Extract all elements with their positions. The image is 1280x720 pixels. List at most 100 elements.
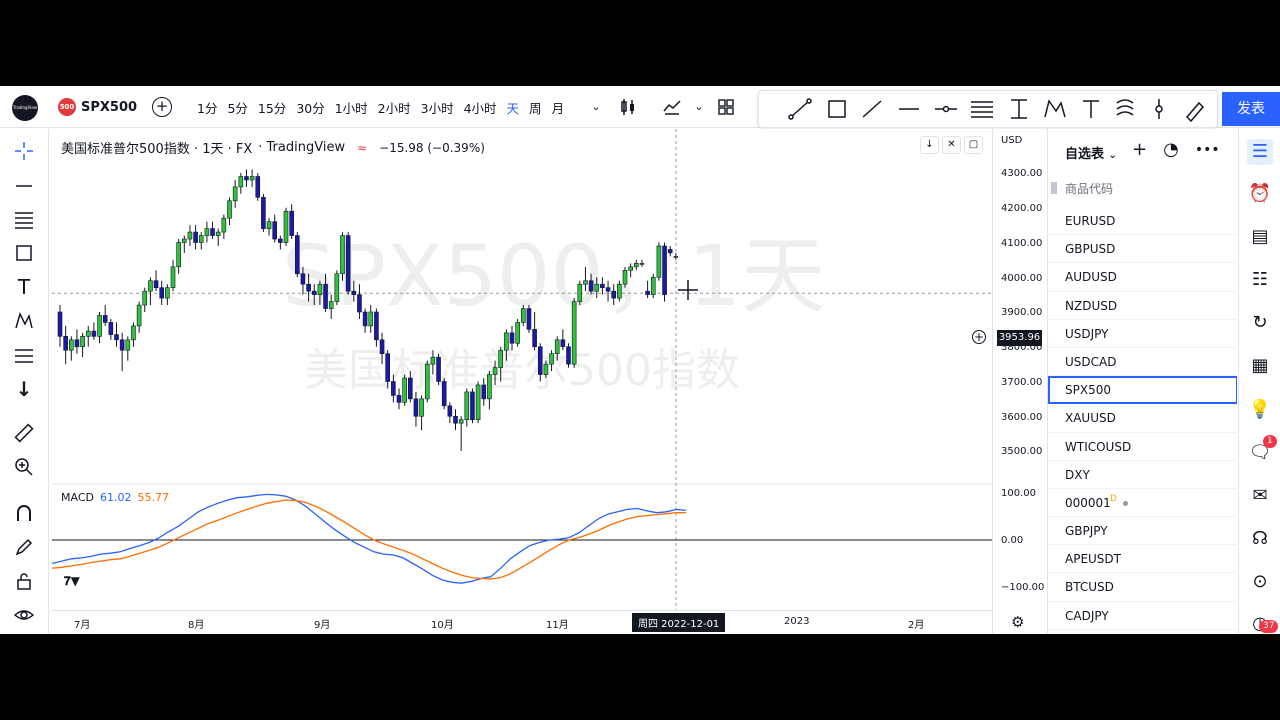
watchlist-symbol: 000001	[1065, 495, 1111, 510]
replay-icon[interactable]: ↻	[1247, 310, 1273, 336]
add-note-icon[interactable]: ☷	[1247, 267, 1273, 293]
candles-chart-type-icon[interactable]	[618, 97, 638, 117]
watchlist-row[interactable]: SPX500	[1048, 376, 1237, 405]
macd-axis-label: 100.00	[1001, 488, 1036, 499]
interval-4[interactable]: 1小时	[330, 98, 373, 117]
stream-icon[interactable]: ☊	[1247, 526, 1273, 552]
watchlist-row[interactable]: EURUSD	[1048, 207, 1237, 236]
candle-body	[306, 283, 311, 292]
tradingview-logo-icon[interactable]: 𝟕▼	[64, 574, 86, 588]
column-header-symbol[interactable]: 商品代码	[1065, 180, 1113, 197]
currency-label[interactable]: USD	[1001, 135, 1022, 146]
chart-pane[interactable]: SPX500，1天 美国标准普尔500指数 美国标准普尔500指数 · 1天 ·…	[52, 129, 992, 634]
add-alert-plus-icon[interactable]: +	[972, 330, 986, 344]
publish-button[interactable]: 发表	[1222, 92, 1280, 126]
arrow-down-icon[interactable]: ↓	[920, 136, 939, 154]
watchlist-panel: 自选表 ⌄ + ◔ ••• 商品代码 EURUSD GBPUSD AUDUSD NZD…	[1047, 129, 1237, 634]
candle-body	[311, 290, 317, 295]
watchlist-symbol: DXY	[1065, 467, 1090, 482]
candle-body	[108, 322, 114, 335]
candle-body	[600, 283, 605, 288]
compare-add-icon[interactable]: +	[152, 97, 172, 117]
arrow-down-icon[interactable]: ↓	[12, 377, 36, 401]
lightbulb-icon[interactable]: 💡	[1247, 397, 1273, 423]
column-drag-handle[interactable]	[1051, 182, 1057, 194]
add-symbol-icon[interactable]: +	[1132, 139, 1147, 161]
trend-line-icon[interactable]	[12, 174, 36, 198]
candle-body	[498, 349, 504, 368]
chevron-down-icon[interactable]: ⌄	[586, 97, 606, 117]
calendar-icon[interactable]: ▦	[1247, 353, 1273, 379]
macd-axis-label: 0.00	[1001, 535, 1024, 546]
candle-body	[447, 405, 453, 417]
watchlist-row[interactable]: CADJPY	[1048, 602, 1237, 630]
pencil-lock-icon[interactable]	[12, 535, 36, 559]
layout-grid-icon[interactable]	[716, 97, 736, 117]
watchlist-row[interactable]: 000001 D	[1048, 489, 1237, 518]
app-logo[interactable]: TradingView	[12, 95, 38, 121]
indicators-icon[interactable]	[662, 97, 682, 117]
interval-6[interactable]: 3小时	[416, 98, 459, 117]
candle-body	[566, 346, 571, 365]
messages-icon[interactable]: ✉	[1247, 483, 1273, 509]
pattern-icon[interactable]	[12, 309, 36, 333]
alarm-clock-icon[interactable]: ⏰	[1247, 181, 1273, 207]
ruler-icon[interactable]	[12, 421, 36, 445]
prediction-icon[interactable]	[12, 343, 36, 367]
interval-2[interactable]: 15分	[253, 98, 291, 117]
chevron-down-icon[interactable]: ⌄	[689, 97, 709, 117]
watchlist-row[interactable]: DXY	[1048, 461, 1237, 489]
symbol-search-button[interactable]: 500 SPX500	[58, 97, 137, 117]
price-axis[interactable]: USD 4300.00 4200.00 4100.00 4000.00 3900…	[992, 129, 1046, 634]
chat-badge: 1	[1263, 435, 1277, 448]
pie-chart-icon[interactable]: ◔	[1163, 139, 1179, 161]
interval-3[interactable]: 30分	[291, 98, 329, 117]
news-icon[interactable]: ▤	[1247, 224, 1273, 250]
watchlist-row[interactable]: GBPUSD	[1048, 235, 1237, 264]
interval-5[interactable]: 2小时	[373, 98, 416, 117]
broadcast-icon[interactable]: ⊙	[1247, 569, 1273, 595]
watchlist-row[interactable]: XAUUSD	[1048, 404, 1237, 433]
zoom-in-icon[interactable]	[12, 455, 36, 479]
time-axis[interactable]: 7月 8月 9月 10月 11月 2023 2月 周四 2022-12-01	[52, 610, 992, 634]
maximize-icon[interactable]: ▢	[964, 136, 983, 154]
watchlist-row[interactable]: APEUSDT	[1048, 545, 1237, 574]
candle-body	[374, 311, 379, 341]
candle-body	[662, 245, 667, 295]
lock-icon[interactable]	[12, 569, 36, 593]
watchlist-title[interactable]: 自选表 ⌄	[1065, 143, 1117, 162]
candle-body	[515, 322, 520, 344]
candle-body	[368, 311, 374, 327]
interval-8[interactable]: 天	[502, 98, 525, 117]
crosshair-icon[interactable]	[12, 139, 36, 163]
candle-body	[97, 315, 102, 337]
gear-icon[interactable]: ⚙	[1011, 613, 1024, 631]
interval-10[interactable]: 月	[547, 98, 570, 117]
rectangle-icon[interactable]	[12, 241, 36, 265]
watchlist-row[interactable]: NZDUSD	[1048, 292, 1237, 320]
interval-9[interactable]: 周	[524, 98, 547, 117]
watchlist-icon[interactable]: ☰	[1247, 139, 1273, 165]
legend-source: · TradingView	[258, 140, 346, 155]
candle-body	[249, 176, 255, 181]
candle-body	[334, 273, 340, 302]
interval-7[interactable]: 4小时	[459, 98, 502, 117]
more-icon[interactable]: •••	[1195, 139, 1220, 161]
watchlist-row[interactable]: USDJPY	[1048, 320, 1237, 348]
interval-0[interactable]: 1分	[192, 98, 222, 117]
close-icon[interactable]: ✕	[942, 136, 961, 154]
eye-icon[interactable]	[12, 603, 36, 627]
watchlist-row[interactable]: BTCUSD	[1048, 573, 1237, 602]
magnet-icon[interactable]	[12, 501, 36, 525]
price-chart[interactable]	[52, 129, 992, 610]
fib-retracement-icon[interactable]	[12, 207, 36, 231]
watchlist-row[interactable]: AUDUSD	[1048, 263, 1237, 292]
text-tool-icon[interactable]: T	[12, 275, 36, 299]
candle-body	[622, 270, 628, 285]
watchlist-row[interactable]: WTICOUSD	[1048, 433, 1237, 461]
watchlist-row[interactable]: GBPJPY	[1048, 517, 1237, 546]
candle-body	[504, 332, 509, 351]
interval-1[interactable]: 5分	[222, 98, 252, 117]
watchlist-row[interactable]: USDCAD	[1048, 348, 1237, 377]
price-label: 3600.00	[1001, 412, 1043, 423]
